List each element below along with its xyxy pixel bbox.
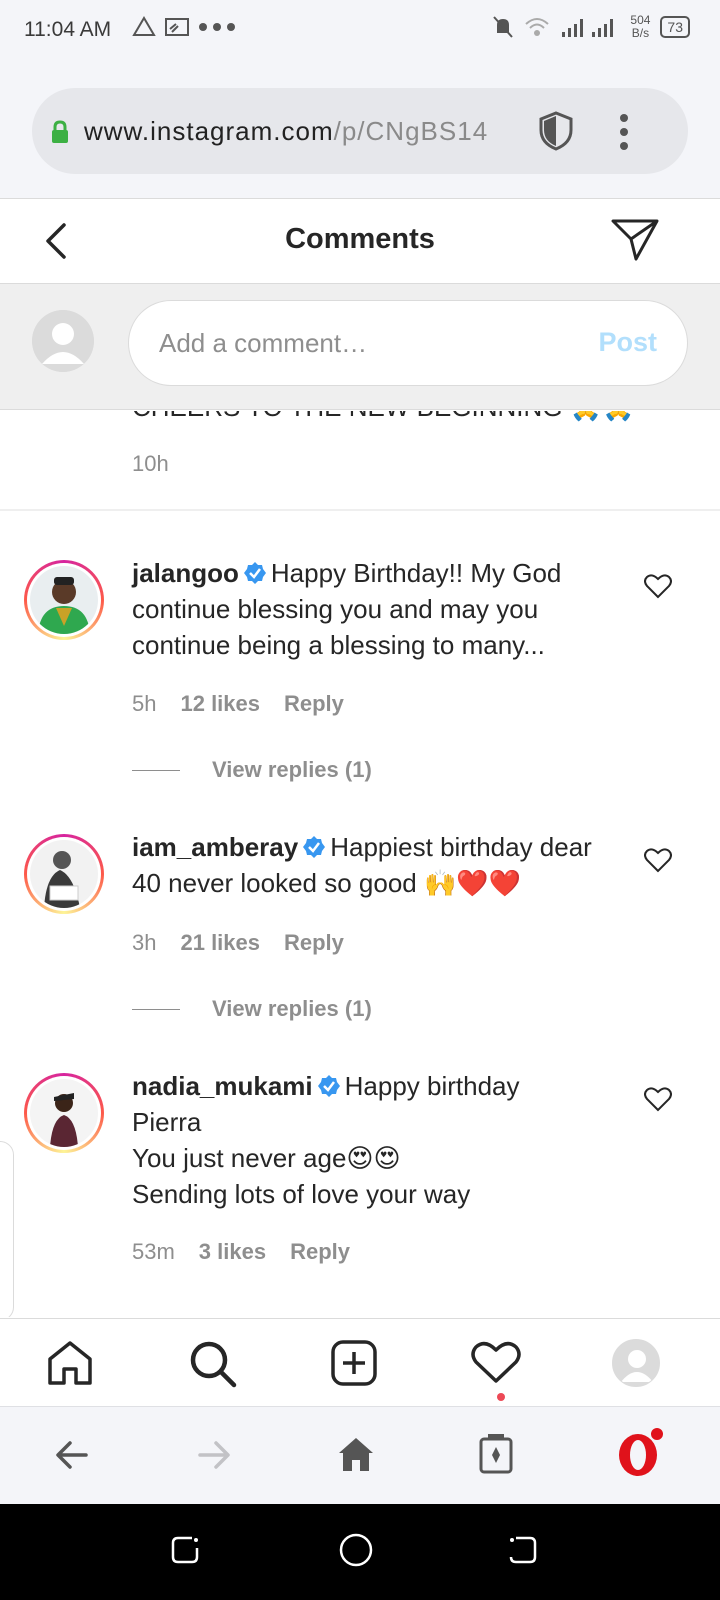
status-system-icons: 504 B/s 73 <box>492 14 690 40</box>
more-dots-icon <box>199 23 235 31</box>
replies-line <box>132 1008 180 1010</box>
recents-icon[interactable] <box>170 1534 200 1566</box>
comment-likes[interactable]: 21 likes <box>180 930 260 956</box>
like-heart-icon[interactable] <box>644 1086 672 1112</box>
divider <box>0 509 720 511</box>
post-button[interactable]: Post <box>598 327 657 358</box>
browser-bottom-nav <box>0 1406 720 1504</box>
network-speed: 504 B/s <box>630 13 651 40</box>
comment-body: jalangoo Happy Birthday!! My God continue… <box>132 555 602 663</box>
comment-username[interactable]: jalangoo <box>132 558 239 588</box>
default-avatar-icon <box>32 310 94 372</box>
address-bar[interactable]: www.instagram.com/p/CNgBS14 <box>32 88 688 174</box>
comment-text-line: Happy birthday <box>344 1071 520 1101</box>
comment-avatar[interactable] <box>24 834 104 914</box>
comment-body: nadia_mukami Happy birthday Pierra You ju… <box>132 1068 602 1212</box>
avatar-photo <box>30 840 98 908</box>
view-replies-button[interactable]: View replies (1) <box>132 996 372 1022</box>
comment-likes[interactable]: 12 likes <box>180 691 260 717</box>
reply-button[interactable]: Reply <box>284 691 344 717</box>
verified-badge-icon <box>317 1075 340 1097</box>
status-time: 11:04 AM <box>24 18 112 41</box>
side-panel-handle[interactable] <box>0 1141 14 1317</box>
mute-icon <box>493 16 514 38</box>
avatar-photo <box>30 566 98 634</box>
signal-icon <box>562 19 614 37</box>
comment-username[interactable]: nadia_mukami <box>132 1071 313 1101</box>
home-icon[interactable] <box>336 1435 376 1473</box>
lock-icon <box>52 120 68 143</box>
new-post-icon[interactable] <box>330 1339 378 1387</box>
comment-time: 10h <box>132 451 169 476</box>
activity-heart-icon[interactable] <box>470 1339 522 1385</box>
home-icon[interactable] <box>46 1339 94 1387</box>
comment-input[interactable] <box>159 323 549 363</box>
view-replies-label: View replies (1) <box>212 757 372 782</box>
verified-badge-icon <box>243 562 266 584</box>
cast-icon <box>165 18 189 36</box>
comment-avatar[interactable] <box>24 1073 104 1153</box>
add-comment-bar: Post <box>0 284 720 410</box>
avatar-photo <box>30 1079 98 1147</box>
comment-meta: 5h 12 likes Reply <box>132 691 344 717</box>
view-replies-button[interactable]: View replies (1) <box>132 757 372 783</box>
comment-meta: 3h 21 likes Reply <box>132 930 344 956</box>
opera-menu-icon[interactable] <box>614 1425 670 1481</box>
truncated-comment-text: CHEERS TO THE NEW BEGINNING 🙏🙏 <box>132 411 634 425</box>
url-text[interactable]: www.instagram.com/p/CNgBS14 <box>84 116 524 147</box>
reply-button[interactable]: Reply <box>290 1239 350 1265</box>
comment-time: 5h <box>132 691 157 716</box>
back-arrow-icon[interactable] <box>54 1437 90 1473</box>
comment-body: iam_amberay Happiest birthday dear 40 nev… <box>132 829 612 901</box>
system-home-icon[interactable] <box>338 1532 374 1568</box>
forward-arrow-icon[interactable] <box>196 1437 232 1473</box>
overflow-menu-icon[interactable] <box>614 112 634 152</box>
drive-icon <box>132 16 156 36</box>
like-heart-icon[interactable] <box>644 573 672 599</box>
profile-avatar-icon[interactable] <box>612 1339 660 1387</box>
comment-time: 53m <box>132 1239 175 1264</box>
comment-time: 3h <box>132 930 157 955</box>
like-heart-icon[interactable] <box>644 847 672 873</box>
verified-badge-icon <box>303 836 326 858</box>
comments-header: Comments <box>0 198 720 284</box>
shield-icon[interactable] <box>538 110 574 152</box>
comment-username[interactable]: iam_amberay <box>132 832 298 862</box>
comment-text-line: Pierra <box>132 1107 202 1137</box>
comment-input-container: Post <box>128 300 688 386</box>
wifi-icon <box>525 18 550 36</box>
notification-dot <box>497 1393 505 1401</box>
comment-avatar[interactable] <box>24 560 104 640</box>
comment-meta: 53m 3 likes Reply <box>132 1239 350 1265</box>
instagram-bottom-nav <box>0 1318 720 1406</box>
view-replies-label: View replies (1) <box>212 996 372 1021</box>
comment-likes[interactable]: 3 likes <box>199 1239 266 1265</box>
battery-indicator: 73 <box>660 16 690 38</box>
search-icon[interactable] <box>188 1339 238 1389</box>
own-avatar <box>32 310 94 372</box>
replies-line <box>132 769 180 771</box>
comment-text-line: You just never age😍😍 <box>132 1143 401 1173</box>
comment-text-line: Sending lots of love your way <box>132 1179 471 1209</box>
status-notification-icons <box>132 16 238 38</box>
truncated-comment-meta: 10h <box>132 451 169 477</box>
share-direct-icon[interactable] <box>610 217 660 263</box>
system-back-icon[interactable] <box>508 1534 538 1566</box>
tabs-icon[interactable] <box>478 1431 514 1475</box>
comments-list[interactable]: CHEERS TO THE NEW BEGINNING 🙏🙏 10h jalan… <box>0 411 720 1317</box>
reply-button[interactable]: Reply <box>284 930 344 956</box>
system-nav-bar <box>0 1504 720 1600</box>
browser-url-area: www.instagram.com/p/CNgBS14 <box>0 62 720 198</box>
status-bar: 11:04 AM 504 B/s 73 <box>0 0 720 62</box>
